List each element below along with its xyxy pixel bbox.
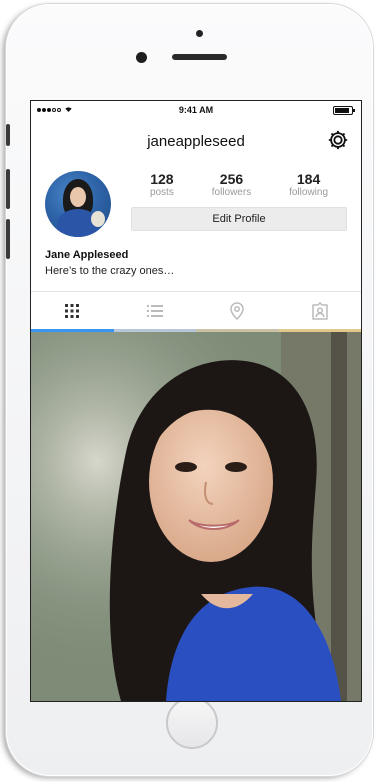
profile-stats: 128 posts 256 followers 184 following <box>131 171 347 199</box>
grid-icon <box>65 304 80 318</box>
portrait-image <box>31 332 361 701</box>
battery-icon <box>333 106 355 115</box>
mute-switch <box>6 124 10 146</box>
profile-header: janeappleseed <box>31 119 361 163</box>
proximity-sensor <box>196 30 203 37</box>
gear-icon[interactable] <box>327 129 349 151</box>
stat-label: followers <box>211 187 252 198</box>
profile-username: janeappleseed <box>147 133 245 150</box>
volume-down-button <box>6 219 10 259</box>
home-button[interactable] <box>166 697 218 749</box>
app-screen: 9:41 AM janeappleseed 128 posts 256 foll… <box>30 100 362 702</box>
stat-label: following <box>289 187 329 198</box>
volume-up-button <box>6 169 10 209</box>
stat-value: 256 <box>219 171 244 187</box>
tab-list[interactable] <box>114 292 197 330</box>
tagged-person-icon <box>312 302 328 320</box>
profile-tab-bar <box>31 291 361 330</box>
profile-photo[interactable] <box>31 332 361 701</box>
status-bar: 9:41 AM <box>31 101 361 119</box>
front-camera <box>136 52 147 63</box>
stat-label: posts <box>149 187 174 198</box>
avatar[interactable] <box>45 171 111 237</box>
status-time: 9:41 AM <box>178 105 214 115</box>
list-icon <box>146 305 163 317</box>
stat-value: 184 <box>296 171 321 187</box>
location-pin-icon <box>230 302 245 320</box>
earpiece-speaker <box>172 54 227 60</box>
tab-tagged[interactable] <box>279 292 362 330</box>
edit-profile-button[interactable]: Edit Profile <box>131 207 347 231</box>
stat-posts[interactable]: 128 posts <box>150 171 174 199</box>
stat-followers[interactable]: 256 followers <box>212 171 251 199</box>
profile-full-name: Jane Appleseed <box>45 249 129 261</box>
stat-value: 128 <box>150 171 174 187</box>
tab-grid[interactable] <box>31 292 114 330</box>
tab-location[interactable] <box>196 292 279 330</box>
stat-following[interactable]: 184 following <box>289 171 328 199</box>
profile-bio: Here’s to the crazy ones… <box>45 265 175 277</box>
